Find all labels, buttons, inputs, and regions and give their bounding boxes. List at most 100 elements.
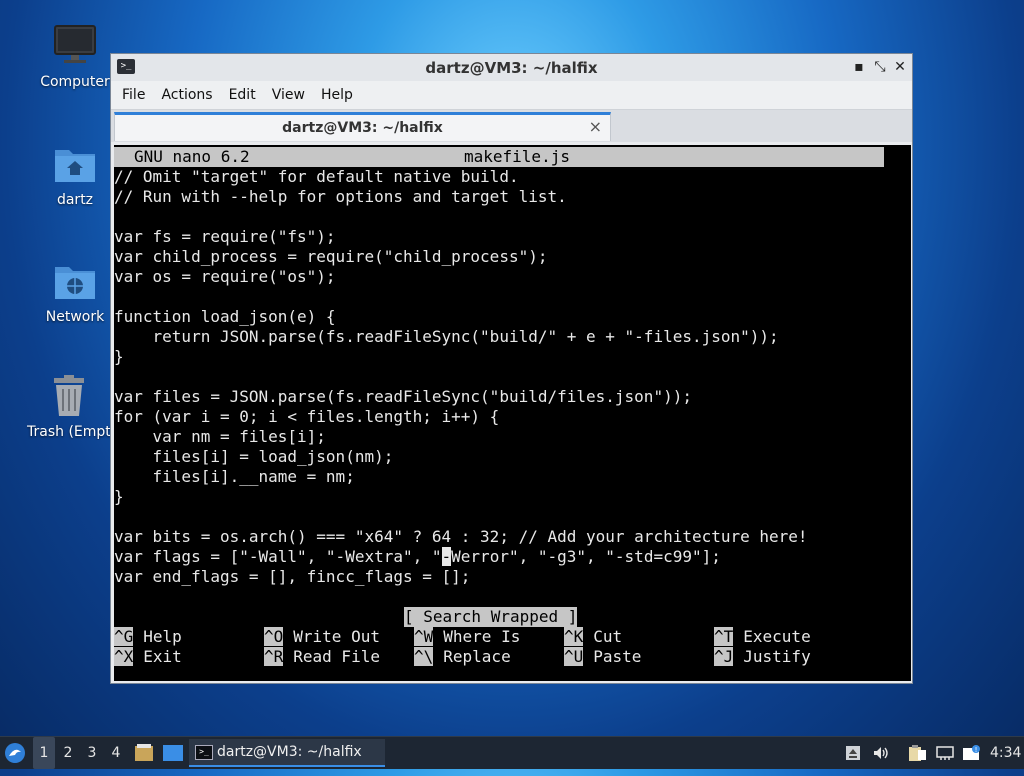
shortcut-exit[interactable]: ^X Exit	[114, 647, 182, 667]
eject-icon[interactable]	[845, 745, 861, 761]
terminal-window: >_ dartz@VM3: ~/halfix ▪ ⤡ ✕ File Action…	[110, 53, 913, 684]
notification-icon[interactable]: !	[962, 745, 982, 761]
minimize-button[interactable]: ▪	[850, 58, 868, 76]
tab-label: dartz@VM3: ~/halfix	[282, 120, 443, 136]
shortcut-help[interactable]: ^G Help	[114, 627, 182, 647]
menu-edit[interactable]: Edit	[221, 87, 264, 103]
shortcut-replace[interactable]: ^\ Replace	[414, 647, 511, 667]
nano-header: GNU nano 6.2 makefile.js	[114, 147, 884, 167]
tab-bar: dartz@VM3: ~/halfix ×	[111, 109, 912, 142]
desktop-icon-home[interactable]: dartz	[30, 142, 120, 208]
tab-close-icon[interactable]: ×	[589, 117, 602, 136]
code-line: }	[114, 487, 124, 506]
show-desktop-button[interactable]	[163, 737, 183, 769]
code-line: files[i] = load_json(nm);	[114, 447, 394, 466]
desktop-icon-label: dartz	[56, 192, 94, 208]
menu-help[interactable]: Help	[313, 87, 361, 103]
shortcut-label: Cut	[593, 627, 623, 646]
desktop-icon-label: Computer	[40, 74, 110, 90]
code-line: var os = require("os");	[114, 267, 336, 286]
shortcut-key: ^K	[564, 627, 584, 646]
shortcut-where-is[interactable]: ^W Where Is	[414, 627, 520, 647]
shortcut-execute[interactable]: ^T Execute	[714, 627, 811, 647]
desktop-icon-network[interactable]: Network	[30, 259, 120, 325]
desktop-icon-label: Trash (Empty)	[27, 424, 111, 440]
clock[interactable]: 4:34	[990, 737, 1021, 769]
network-folder-icon	[53, 259, 97, 303]
code-line: return JSON.parse(fs.readFileSync("build…	[114, 327, 779, 346]
code-line: var nm = files[i];	[114, 427, 326, 446]
code-line: function load_json(e) {	[114, 307, 336, 326]
shortcut-key: ^G	[114, 627, 134, 646]
code-line: var files = JSON.parse(fs.readFileSync("…	[114, 387, 692, 406]
taskbar: 1 2 3 4 >_ dartz@VM3: ~/halfix ! 4:34	[0, 736, 1024, 769]
restore-button[interactable]: ⤡	[871, 58, 889, 76]
shortcut-key: ^\	[414, 647, 434, 666]
shortcut-label: Justify	[743, 647, 811, 666]
network-icon[interactable]	[935, 745, 955, 761]
menu-file[interactable]: File	[114, 87, 153, 103]
shortcut-label: Exit	[143, 647, 182, 666]
shortcut-paste[interactable]: ^U Paste	[564, 647, 641, 667]
code-line: var bits = os.arch() === "x64" ? 64 : 32…	[114, 527, 808, 546]
nano-status-message: [ Search Wrapped ]	[404, 607, 578, 627]
code-line: var end_flags = [], fincc_flags = [];	[114, 567, 471, 586]
workspace-3[interactable]: 3	[81, 737, 103, 769]
desktop-icon-trash[interactable]: Trash (Empty)	[27, 374, 111, 440]
desktop-icon	[163, 745, 183, 761]
shortcut-label: Where Is	[443, 627, 521, 646]
code-line: var fs = require("fs");	[114, 227, 336, 246]
text-cursor: -	[441, 547, 452, 566]
shortcut-label: Help	[143, 627, 182, 646]
shortcut-label: Write Out	[293, 627, 380, 646]
nano-filename: makefile.js	[464, 147, 570, 166]
code-line: var flags = ["-Wall", "-Wextra", "-Werro…	[114, 547, 721, 566]
shortcut-label: Read File	[293, 647, 380, 666]
workspace-2[interactable]: 2	[57, 737, 79, 769]
code-line: }	[114, 347, 124, 366]
trash-icon	[47, 374, 91, 418]
clipboard-icon[interactable]	[907, 745, 927, 761]
workspace-1[interactable]: 1	[33, 737, 55, 769]
shortcut-key: ^X	[114, 647, 134, 666]
window-title: dartz@VM3: ~/halfix	[425, 59, 598, 77]
app-menu-icon	[5, 743, 25, 763]
close-button[interactable]: ✕	[891, 58, 909, 76]
terminal-icon: >_	[195, 745, 213, 760]
tab-terminal[interactable]: dartz@VM3: ~/halfix ×	[114, 112, 611, 141]
menu-bar: File Actions Edit View Help	[111, 81, 912, 109]
nano-version: GNU nano 6.2	[134, 147, 250, 166]
svg-text:!: !	[975, 746, 978, 754]
shortcut-key: ^U	[564, 647, 584, 666]
desktop-icon-label: Network	[45, 309, 105, 325]
computer-icon	[53, 24, 97, 68]
shortcut-key: ^W	[414, 627, 434, 646]
shortcut-read-file[interactable]: ^R Read File	[264, 647, 380, 667]
desktop-icon-computer[interactable]: Computer	[30, 24, 120, 90]
code-line: var child_process = require("child_proce…	[114, 247, 548, 266]
volume-icon[interactable]	[872, 745, 888, 761]
menu-view[interactable]: View	[264, 87, 313, 103]
shortcut-write-out[interactable]: ^O Write Out	[264, 627, 380, 647]
shortcut-key: ^O	[264, 627, 284, 646]
code-line: // Run with --help for options and targe…	[114, 187, 567, 206]
shortcut-label: Replace	[443, 647, 511, 666]
code-line: for (var i = 0; i < files.length; i++) {	[114, 407, 500, 426]
taskbar-terminal-task[interactable]: >_ dartz@VM3: ~/halfix	[189, 739, 385, 767]
shortcut-cut[interactable]: ^K Cut	[564, 627, 622, 647]
shortcut-label: Execute	[743, 627, 811, 646]
shortcut-key: ^T	[714, 627, 734, 646]
start-menu-button[interactable]	[4, 737, 30, 769]
shortcut-label: Paste	[593, 647, 642, 666]
terminal-screen[interactable]: GNU nano 6.2 makefile.js // Omit "target…	[114, 145, 911, 681]
code-line: files[i].__name = nm;	[114, 467, 355, 486]
files-icon	[135, 744, 153, 761]
shortcut-key: ^R	[264, 647, 284, 666]
shortcut-key: ^J	[714, 647, 734, 666]
window-titlebar[interactable]: >_ dartz@VM3: ~/halfix ▪ ⤡ ✕	[111, 54, 912, 81]
shortcut-justify[interactable]: ^J Justify	[714, 647, 811, 667]
workspace-4[interactable]: 4	[105, 737, 127, 769]
task-label: dartz@VM3: ~/halfix	[217, 744, 362, 760]
file-manager-launcher[interactable]	[134, 737, 154, 769]
menu-actions[interactable]: Actions	[153, 87, 220, 103]
